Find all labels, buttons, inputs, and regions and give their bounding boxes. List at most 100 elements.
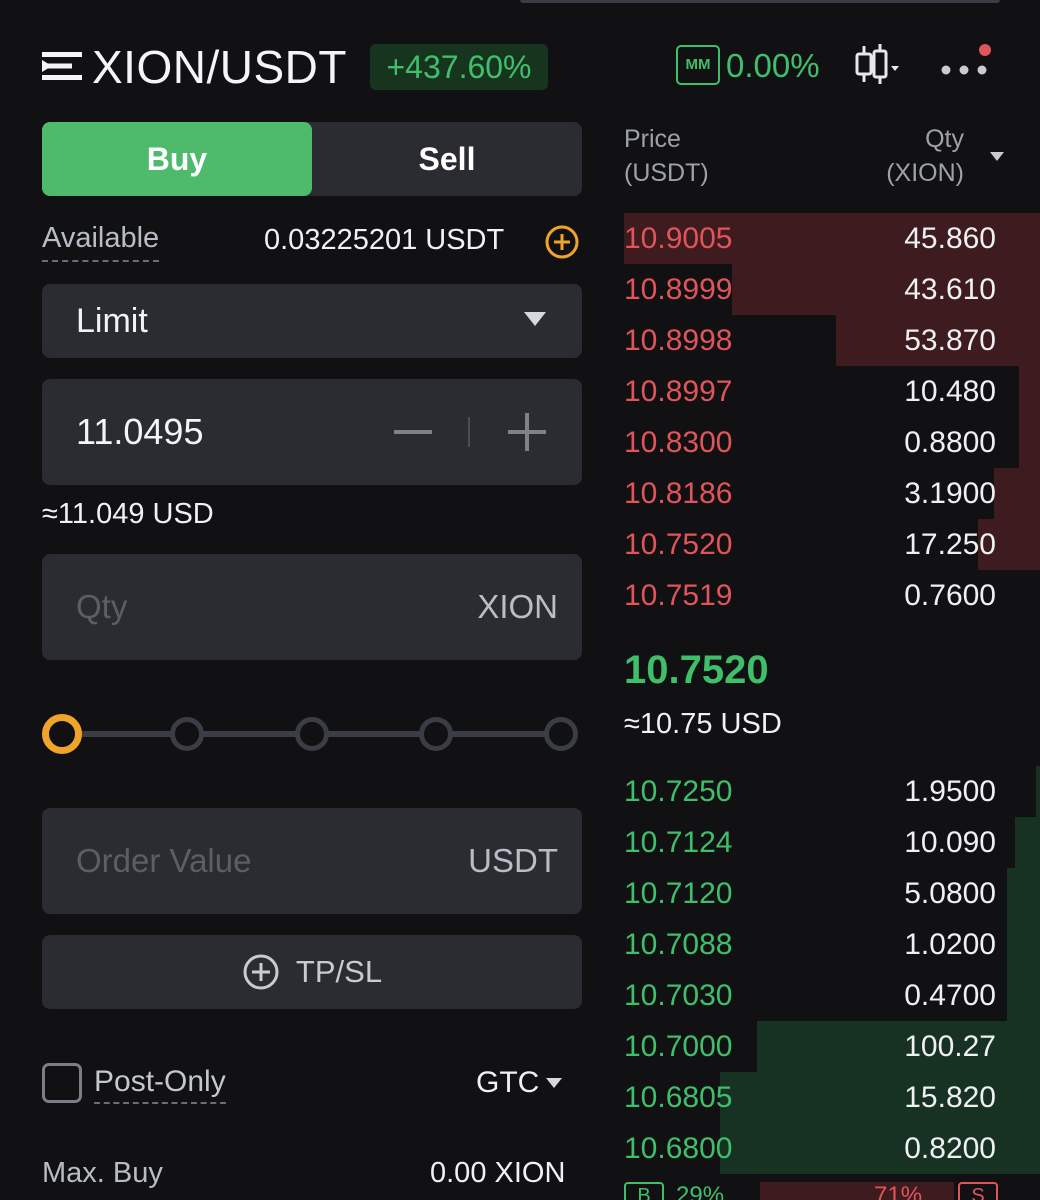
- bid-depth-bar: [1035, 766, 1040, 817]
- ask-qty[interactable]: 17.250: [904, 519, 996, 570]
- ask-row[interactable]: 10.8997 10.480: [624, 366, 1040, 417]
- dropdown-arrow-icon: [524, 312, 546, 326]
- tab-sell[interactable]: Sell: [312, 122, 582, 196]
- sell-ratio-percent: 71%: [874, 1182, 923, 1200]
- bid-qty[interactable]: 0.4700: [904, 970, 996, 1021]
- bid-qty[interactable]: 1.0200: [904, 919, 996, 970]
- ask-price[interactable]: 10.8300: [624, 417, 732, 468]
- buy-ratio-badge: B: [624, 1182, 664, 1200]
- increase-price-button[interactable]: [504, 409, 550, 455]
- ask-qty[interactable]: 45.860: [904, 213, 996, 264]
- ask-price[interactable]: 10.7520: [624, 519, 732, 570]
- ask-row[interactable]: 10.8186 3.1900: [624, 468, 1040, 519]
- more-options-icon[interactable]: [940, 44, 996, 88]
- ask-qty[interactable]: 43.610: [904, 264, 996, 315]
- bid-price[interactable]: 10.7088: [624, 919, 732, 970]
- mm-rate-value[interactable]: 0.00%: [726, 46, 820, 86]
- bid-qty[interactable]: 1.9500: [904, 766, 996, 817]
- max-buy-value: 0.00 XION: [430, 1157, 566, 1189]
- last-traded-price[interactable]: 10.7520: [624, 646, 769, 694]
- header: XION/USDT +437.60% MM 0.00%: [0, 40, 1040, 94]
- ask-price[interactable]: 10.8997: [624, 366, 732, 417]
- tab-buy[interactable]: Buy: [42, 122, 312, 196]
- bid-qty[interactable]: 10.090: [904, 817, 996, 868]
- slider-stop-0[interactable]: [42, 714, 82, 754]
- bid-row[interactable]: 10.7250 1.9500: [624, 766, 1040, 817]
- price-input[interactable]: 11.0495: [42, 379, 582, 485]
- candlestick-chart-icon[interactable]: [852, 42, 904, 86]
- ask-row[interactable]: 10.8998 53.870: [624, 315, 1040, 366]
- decrease-price-button[interactable]: [390, 409, 436, 455]
- ask-qty[interactable]: 53.870: [904, 315, 996, 366]
- notification-dot: [979, 44, 991, 56]
- ask-price[interactable]: 10.9005: [624, 213, 732, 264]
- qty-input[interactable]: Qty XION: [42, 554, 582, 660]
- ask-qty[interactable]: 0.8800: [904, 417, 996, 468]
- price-usd-equivalent: ≈11.049 USD: [42, 498, 214, 530]
- bid-row[interactable]: 10.6805 15.820: [624, 1072, 1040, 1123]
- menu-icon[interactable]: [42, 48, 82, 84]
- bid-row[interactable]: 10.6800 0.8200: [624, 1123, 1040, 1174]
- bid-depth-bar: [1006, 919, 1040, 970]
- ask-price[interactable]: 10.8999: [624, 264, 732, 315]
- orderbook-asks: 10.9005 45.860 10.8999 43.610 10.8998 53.870 1…: [624, 213, 1040, 621]
- qty-percent-slider[interactable]: [42, 714, 582, 754]
- post-only-checkbox[interactable]: [42, 1063, 82, 1103]
- bid-qty[interactable]: 15.820: [904, 1072, 996, 1123]
- bid-price[interactable]: 10.7250: [624, 766, 732, 817]
- ask-row[interactable]: 10.8300 0.8800: [624, 417, 1040, 468]
- bid-price[interactable]: 10.6800: [624, 1123, 732, 1174]
- bid-row[interactable]: 10.7000 100.27: [624, 1021, 1040, 1072]
- ask-row[interactable]: 10.7520 17.250: [624, 519, 1040, 570]
- order-value-input[interactable]: Order Value USDT: [42, 808, 582, 914]
- bid-price[interactable]: 10.7030: [624, 970, 732, 1021]
- post-only-label[interactable]: Post-Only: [94, 1064, 226, 1104]
- bid-price[interactable]: 10.7000: [624, 1021, 732, 1072]
- ask-price[interactable]: 10.8186: [624, 468, 732, 519]
- ask-qty[interactable]: 0.7600: [904, 570, 996, 621]
- ask-row[interactable]: 10.9005 45.860: [624, 213, 1040, 264]
- bid-row[interactable]: 10.7030 0.4700: [624, 970, 1040, 1021]
- time-in-force-select[interactable]: GTC: [476, 1065, 539, 1101]
- bid-price[interactable]: 10.7124: [624, 817, 732, 868]
- qty-header-unit: (XION): [886, 159, 964, 187]
- bid-depth-bar: [1006, 970, 1040, 1021]
- order-type-select[interactable]: Limit: [42, 284, 582, 358]
- bid-qty[interactable]: 5.0800: [904, 868, 996, 919]
- trading-pair-title[interactable]: XION/USDT: [92, 42, 347, 92]
- sell-ratio-fill: [760, 1182, 954, 1200]
- ask-row[interactable]: 10.7519 0.7600: [624, 570, 1040, 621]
- slider-stop-25[interactable]: [170, 717, 204, 751]
- add-funds-icon[interactable]: [544, 224, 580, 260]
- ask-depth-bar: [994, 468, 1040, 519]
- top-strip: [520, 0, 1000, 3]
- ask-row[interactable]: 10.8999 43.610: [624, 264, 1040, 315]
- bid-row[interactable]: 10.7088 1.0200: [624, 919, 1040, 970]
- mm-icon[interactable]: MM: [676, 45, 720, 85]
- ask-qty[interactable]: 3.1900: [904, 468, 996, 519]
- slider-stop-75[interactable]: [419, 717, 453, 751]
- bid-row[interactable]: 10.7120 5.0800: [624, 868, 1040, 919]
- bid-price[interactable]: 10.7120: [624, 868, 732, 919]
- chevron-down-icon[interactable]: [546, 1078, 562, 1088]
- bid-row[interactable]: 10.7124 10.090: [624, 817, 1040, 868]
- tpsl-button[interactable]: TP/SL: [42, 935, 582, 1009]
- depth-dropdown-icon[interactable]: [990, 152, 1004, 161]
- ask-price[interactable]: 10.8998: [624, 315, 732, 366]
- bid-price[interactable]: 10.6805: [624, 1072, 732, 1123]
- qty-column-header[interactable]: Qty (XION): [886, 122, 964, 190]
- ask-price[interactable]: 10.7519: [624, 570, 732, 621]
- tpsl-label: TP/SL: [295, 954, 383, 989]
- price-input-value[interactable]: 11.0495: [76, 379, 203, 485]
- qty-unit: XION: [477, 588, 558, 625]
- bid-qty[interactable]: 100.27: [904, 1021, 996, 1072]
- bid-qty[interactable]: 0.8200: [904, 1123, 996, 1174]
- slider-stop-100[interactable]: [544, 717, 578, 751]
- available-label[interactable]: Available: [42, 220, 160, 262]
- orderbook-bids: 10.7250 1.9500 10.7124 10.090 10.7120 5.0800 1…: [624, 766, 1040, 1174]
- ask-qty[interactable]: 10.480: [904, 366, 996, 417]
- slider-stop-50[interactable]: [295, 717, 329, 751]
- orderbook-header: Price (USDT) Qty (XION): [624, 122, 1004, 192]
- price-column-header: Price (USDT): [624, 122, 709, 190]
- bid-depth-bar: [1006, 868, 1040, 919]
